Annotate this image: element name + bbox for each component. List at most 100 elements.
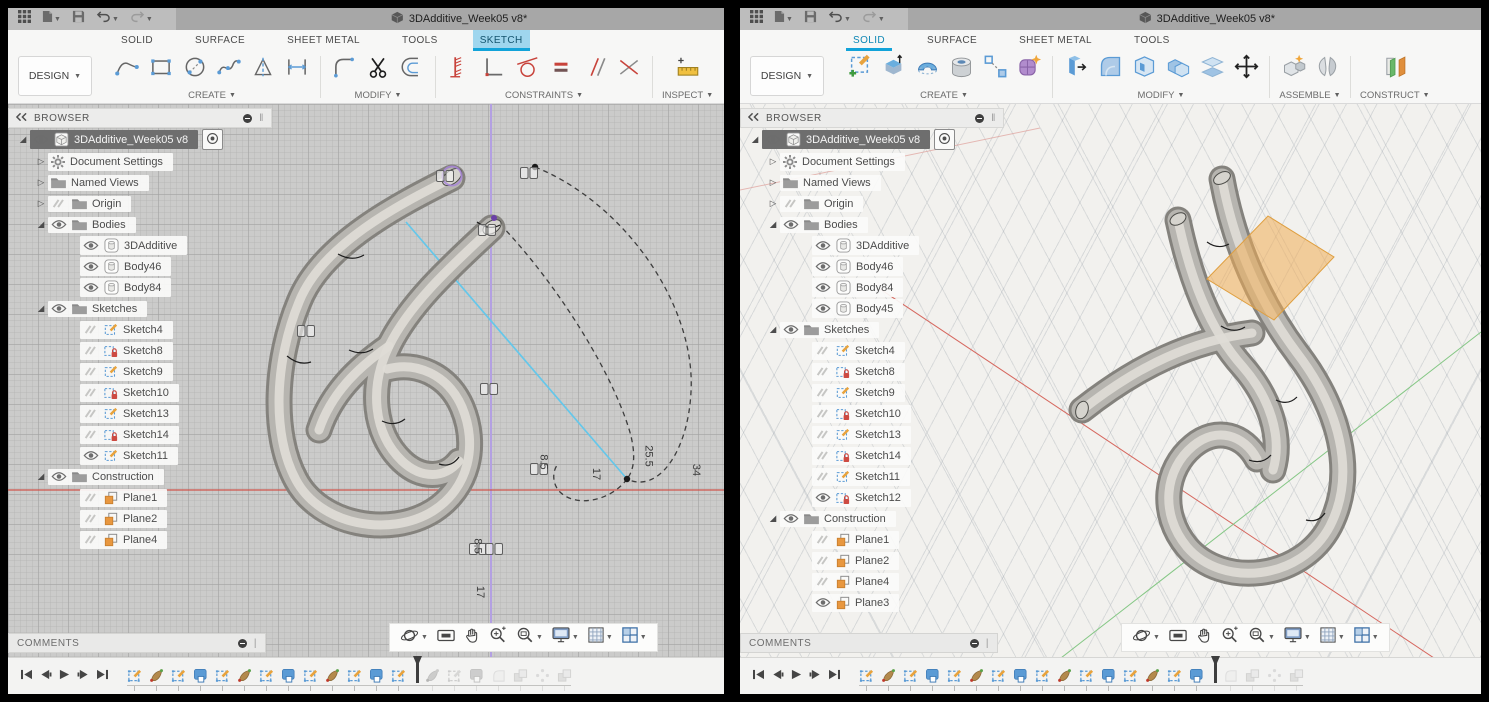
browser-item-sketches[interactable]: ◢ Sketches	[740, 319, 1004, 340]
tangent-constraint-icon[interactable]	[513, 55, 541, 83]
browser-item-sketch10[interactable]: Sketch10	[740, 403, 1004, 424]
timeline-feature-move-copy[interactable]	[557, 668, 573, 691]
visibility-off-icon[interactable]	[83, 345, 99, 356]
grid-settings-button[interactable]: ▼	[588, 627, 613, 648]
browser-item-sketch11[interactable]: Sketch11	[740, 466, 1004, 487]
play-button[interactable]	[787, 668, 805, 684]
sketch-point[interactable]	[623, 475, 631, 483]
visibility-off-icon[interactable]	[83, 387, 99, 398]
visibility-off-icon[interactable]	[815, 450, 831, 461]
timeline-feature-sketch[interactable]	[947, 668, 963, 691]
visibility-on-icon[interactable]	[83, 282, 99, 293]
step-forward-button[interactable]	[74, 668, 92, 684]
visibility-on-icon[interactable]	[83, 261, 99, 272]
browser-item-sketch8[interactable]: Sketch8	[8, 340, 272, 361]
timeline-feature-sweep[interactable]	[881, 668, 897, 691]
browser-item-plane4[interactable]: Plane4	[8, 529, 272, 550]
mirror-tool-icon[interactable]	[249, 55, 277, 83]
timeline-feature-move-copy[interactable]	[1289, 668, 1305, 691]
timeline-marker[interactable]	[1211, 656, 1220, 688]
browser-item-construction[interactable]: ◢ Construction	[740, 508, 1004, 529]
undo-icon[interactable]: ▼	[96, 10, 119, 28]
timeline-feature-circular-pattern[interactable]	[1267, 668, 1283, 691]
collapse-panel-icon[interactable]	[747, 112, 759, 124]
visibility-on-icon[interactable]	[783, 324, 799, 335]
timeline-feature-sketch[interactable]	[1035, 668, 1051, 691]
visibility-off-icon[interactable]	[83, 492, 99, 503]
collapse-arrow-icon[interactable]: ◢	[748, 134, 762, 145]
dimension-label[interactable]: 17	[590, 468, 602, 480]
panel-options-icon[interactable]	[243, 113, 253, 123]
line-tool-icon[interactable]	[113, 55, 141, 83]
browser-item-sketches[interactable]: ◢ Sketches	[8, 298, 272, 319]
visibility-off-icon[interactable]	[815, 534, 831, 545]
go-to-start-button[interactable]	[749, 668, 767, 684]
timeline-feature-sweep[interactable]	[149, 668, 165, 691]
browser-item-body84[interactable]: Body84	[740, 277, 1004, 298]
parallel-constraint-icon[interactable]	[581, 55, 609, 83]
tab-sheet-metal[interactable]: SHEET METAL	[1012, 30, 1099, 51]
pan-button[interactable]	[1196, 627, 1212, 649]
look-at-button[interactable]	[437, 628, 455, 648]
spline-tool-icon[interactable]	[215, 55, 243, 83]
browser-item-root-component[interactable]: ◢ 3DAdditive_Week05 v8	[8, 128, 272, 151]
dimension-label[interactable]: 8.5	[538, 454, 550, 469]
browser-item-sketch9[interactable]: Sketch9	[8, 361, 272, 382]
save-icon[interactable]	[804, 10, 817, 28]
shell-icon[interactable]	[1130, 55, 1158, 83]
step-back-button[interactable]	[36, 668, 54, 684]
collapse-arrow-icon[interactable]: ◢	[766, 219, 780, 230]
timeline-feature-sketch[interactable]	[1123, 668, 1139, 691]
visibility-on-icon[interactable]	[815, 492, 831, 503]
offset-tool-icon[interactable]	[398, 55, 426, 83]
visibility-on-icon[interactable]	[815, 303, 831, 314]
dimension-tool-icon[interactable]	[283, 55, 311, 83]
timeline-feature-pipe[interactable]	[1101, 668, 1117, 691]
browser-item-body46[interactable]: Body46	[740, 256, 1004, 277]
browser-item-origin[interactable]: ▷ Origin	[8, 193, 272, 214]
fillet-tool-icon[interactable]	[330, 55, 358, 83]
visibility-off-icon[interactable]	[815, 408, 831, 419]
timeline-feature-move-copy[interactable]	[513, 668, 529, 691]
timeline-feature-sketch[interactable]	[447, 668, 463, 691]
go-to-start-button[interactable]	[17, 668, 35, 684]
expand-arrow-icon[interactable]: ▷	[766, 156, 780, 167]
pan-button[interactable]	[464, 627, 480, 649]
design-menu-button[interactable]: DESIGN ▼	[750, 56, 824, 96]
timeline-feature-sketch[interactable]	[1079, 668, 1095, 691]
browser-item-sketch13[interactable]: Sketch13	[8, 403, 272, 424]
create-form-icon[interactable]	[1015, 54, 1043, 83]
browser-item-document-settings[interactable]: ▷ Document Settings	[740, 151, 1004, 172]
viewport-canvas[interactable]: BROWSER ‖ ◢ 3DAdditive_Week05 v8 ▷ Docume…	[740, 104, 1481, 657]
visibility-off-icon[interactable]	[51, 198, 67, 209]
visibility-off-icon[interactable]	[83, 366, 99, 377]
visibility-off-icon[interactable]	[83, 408, 99, 419]
browser-item-named-views[interactable]: ▷ Named Views	[740, 172, 1004, 193]
timeline-feature-sweep[interactable]	[425, 668, 441, 691]
timeline-feature-sweep[interactable]	[237, 668, 253, 691]
tab-sheet-metal[interactable]: SHEET METAL	[280, 30, 367, 51]
comments-grip-icon[interactable]: |	[254, 638, 257, 649]
visibility-off-icon[interactable]	[83, 324, 99, 335]
tab-sketch[interactable]: SKETCH	[472, 30, 530, 51]
app-menu-icon[interactable]	[750, 10, 763, 28]
equal-constraint-icon[interactable]	[547, 55, 575, 83]
collapse-arrow-icon[interactable]: ◢	[34, 219, 48, 230]
visibility-on-icon[interactable]	[815, 597, 831, 608]
tab-surface[interactable]: SURFACE	[920, 30, 984, 51]
dimension-label[interactable]: 34	[690, 464, 702, 476]
visibility-off-icon[interactable]	[83, 513, 99, 524]
timeline-feature-sketch[interactable]	[391, 668, 407, 691]
viewports-button[interactable]: ▼	[622, 627, 647, 648]
activate-component-radio[interactable]	[202, 129, 224, 150]
create-sketch-icon[interactable]	[845, 54, 873, 83]
visibility-on-icon[interactable]	[765, 134, 781, 145]
browser-item-named-views[interactable]: ▷ Named Views	[8, 172, 272, 193]
tube-body-2d[interactable]	[279, 178, 492, 525]
panel-options-icon[interactable]	[975, 113, 985, 123]
pattern-icon[interactable]	[981, 55, 1009, 83]
browser-item-plane4[interactable]: Plane4	[740, 571, 1004, 592]
visibility-on-icon[interactable]	[51, 471, 67, 482]
browser-item-sketch14[interactable]: Sketch14	[8, 424, 272, 445]
timeline-feature-sketch[interactable]	[259, 668, 275, 691]
